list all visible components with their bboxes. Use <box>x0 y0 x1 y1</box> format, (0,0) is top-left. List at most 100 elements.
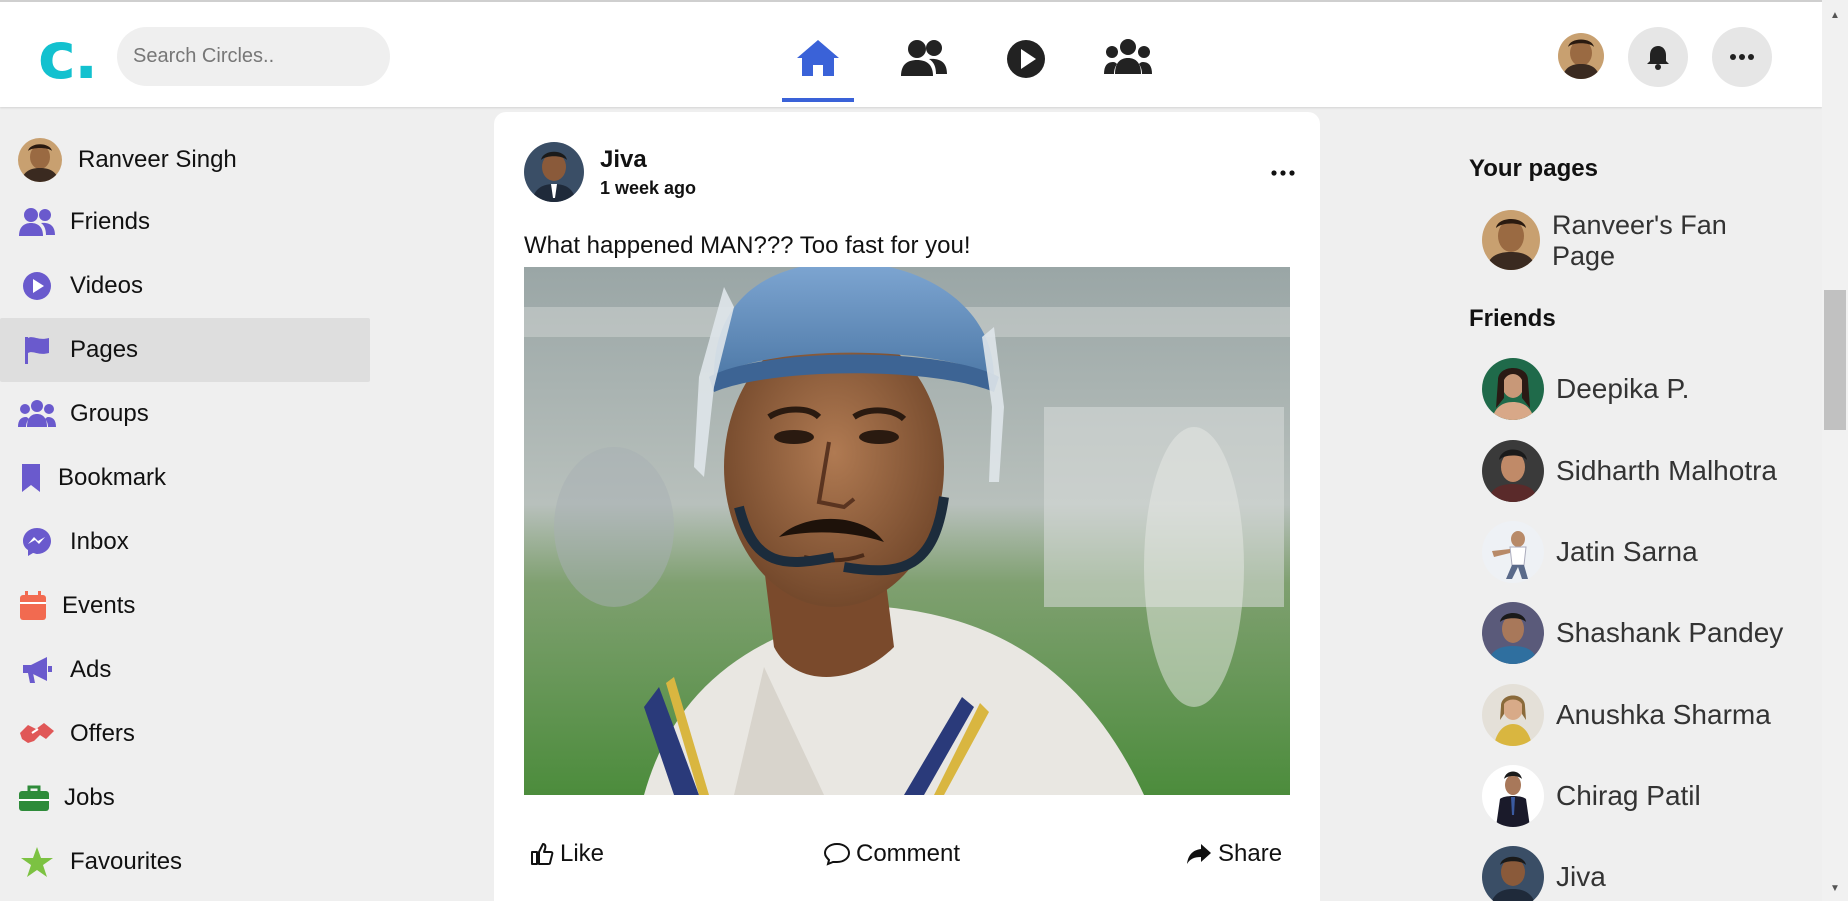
messenger-icon <box>18 523 56 561</box>
avatar <box>1482 684 1544 746</box>
megaphone-icon <box>18 651 56 689</box>
flag-icon <box>18 331 56 369</box>
handshake-icon <box>18 715 56 753</box>
briefcase-icon <box>18 779 50 817</box>
friend-item[interactable]: Jatin Sarna <box>1482 521 1812 583</box>
sidebar-item-label: Favourites <box>70 848 183 875</box>
nav-friends[interactable] <box>888 38 960 94</box>
comment-button[interactable]: Comment <box>824 834 960 874</box>
more-options-button[interactable] <box>1712 27 1772 87</box>
post-card: Jiva 1 week ago What happened MAN??? Too… <box>494 112 1320 901</box>
notifications-button[interactable] <box>1628 27 1688 87</box>
friend-item[interactable]: Anushka Sharma <box>1482 684 1812 746</box>
share-label: Share <box>1218 840 1283 867</box>
search-input[interactable] <box>117 27 390 86</box>
sidebar-item-inbox[interactable]: Inbox <box>0 510 370 574</box>
nav-watch[interactable] <box>990 38 1062 94</box>
sidebar-item-label: Videos <box>70 272 143 299</box>
watch-icon <box>1007 40 1045 78</box>
profile-name: Ranveer Singh <box>78 146 237 173</box>
more-horizontal-icon <box>1730 54 1754 60</box>
friend-name: Deepika P. <box>1556 373 1690 404</box>
scroll-up-arrow-icon[interactable]: ▲ <box>1822 2 1848 28</box>
nav-home[interactable] <box>782 38 854 102</box>
profile-avatar[interactable] <box>1558 33 1604 79</box>
page-name: Ranveer's Fan Page <box>1552 210 1727 271</box>
sidebar-item-label: Jobs <box>64 784 115 811</box>
sidebar-item-ads[interactable]: Ads <box>0 638 370 702</box>
friend-item[interactable]: Deepika P. <box>1482 358 1812 420</box>
post-actions: Like Comment Share <box>524 834 1290 874</box>
circles-logo[interactable]: c. <box>38 25 108 89</box>
groups-icon <box>18 395 56 433</box>
sidebar-item-pages[interactable]: Pages <box>0 318 370 382</box>
like-button[interactable]: Like <box>530 834 604 874</box>
star-icon <box>18 843 56 881</box>
sidebar-item-label: Friends <box>70 208 151 235</box>
friend-name: Jatin Sarna <box>1556 536 1698 567</box>
sidebar-item-label: Offers <box>70 720 135 747</box>
sidebar-item-bookmark[interactable]: Bookmark <box>0 446 370 510</box>
post-author-name[interactable]: Jiva <box>600 146 647 174</box>
sidebar-profile[interactable]: Ranveer Singh <box>0 130 370 190</box>
play-circle-icon <box>18 267 56 305</box>
friends-heading: Friends <box>1469 305 1556 332</box>
groups-icon <box>1104 39 1152 74</box>
comment-icon <box>824 842 850 866</box>
sidebar-item-label: Pages <box>70 336 139 363</box>
nav-groups[interactable] <box>1092 38 1164 94</box>
share-button[interactable]: Share <box>1186 834 1282 874</box>
friend-name: Chirag Patil <box>1556 780 1701 811</box>
avatar <box>1482 765 1544 827</box>
post-image[interactable] <box>524 267 1290 795</box>
more-horizontal-icon <box>1271 170 1295 176</box>
sidebar-item-videos[interactable]: Videos <box>0 254 370 318</box>
scrollbar-thumb[interactable] <box>1824 290 1846 430</box>
friend-item[interactable]: Sidharth Malhotra <box>1482 440 1812 502</box>
avatar <box>1482 602 1544 664</box>
friends-icon <box>18 203 56 241</box>
avatar <box>1482 846 1544 901</box>
sidebar-item-jobs[interactable]: Jobs <box>0 766 370 830</box>
friend-name: Jiva <box>1556 861 1606 892</box>
bookmark-icon <box>18 459 44 497</box>
post-timestamp: 1 week ago <box>600 178 697 198</box>
page-item[interactable]: Ranveer's Fan Page <box>1482 210 1802 272</box>
like-label: Like <box>560 840 605 867</box>
share-icon <box>1187 844 1211 864</box>
sidebar-item-favourites[interactable]: Favourites <box>0 830 370 894</box>
post-options-button[interactable] <box>1266 158 1300 188</box>
friend-item[interactable]: Jiva <box>1482 846 1812 901</box>
friend-item[interactable]: Shashank Pandey <box>1482 602 1812 664</box>
post-author-avatar[interactable] <box>524 142 584 202</box>
page-scrollbar[interactable]: ▲ ▼ <box>1822 0 1848 901</box>
top-navbar: c. <box>0 0 1822 107</box>
friends-icon <box>901 40 947 76</box>
friend-name: Sidharth Malhotra <box>1556 455 1778 486</box>
post-text: What happened MAN??? Too fast for you! <box>524 232 971 259</box>
avatar <box>1482 521 1544 583</box>
thumbs-up-icon <box>531 843 554 865</box>
bell-icon <box>1647 46 1669 70</box>
sidebar-item-events[interactable]: Events <box>0 574 370 638</box>
sidebar-item-label: Ads <box>70 656 112 683</box>
calendar-icon <box>18 587 48 625</box>
friend-name: Shashank Pandey <box>1556 617 1784 648</box>
sidebar-item-label: Inbox <box>70 528 129 555</box>
sidebar-item-friends[interactable]: Friends <box>0 190 370 254</box>
sidebar-item-label: Bookmark <box>58 464 167 491</box>
avatar <box>1482 440 1544 502</box>
your-pages-heading: Your pages <box>1469 155 1598 182</box>
avatar <box>1482 358 1544 420</box>
comment-label: Comment <box>856 840 961 867</box>
avatar <box>1482 210 1540 270</box>
home-icon <box>797 40 839 76</box>
friend-item[interactable]: Chirag Patil <box>1482 765 1812 827</box>
scroll-down-arrow-icon[interactable]: ▼ <box>1822 875 1848 901</box>
sidebar-item-offers[interactable]: Offers <box>0 702 370 766</box>
avatar <box>18 138 62 182</box>
sidebar-item-label: Events <box>62 592 136 619</box>
friend-name: Anushka Sharma <box>1556 699 1771 730</box>
sidebar-item-groups[interactable]: Groups <box>0 382 370 446</box>
left-sidebar: Ranveer Singh Friends Videos Pages Group… <box>0 130 370 894</box>
